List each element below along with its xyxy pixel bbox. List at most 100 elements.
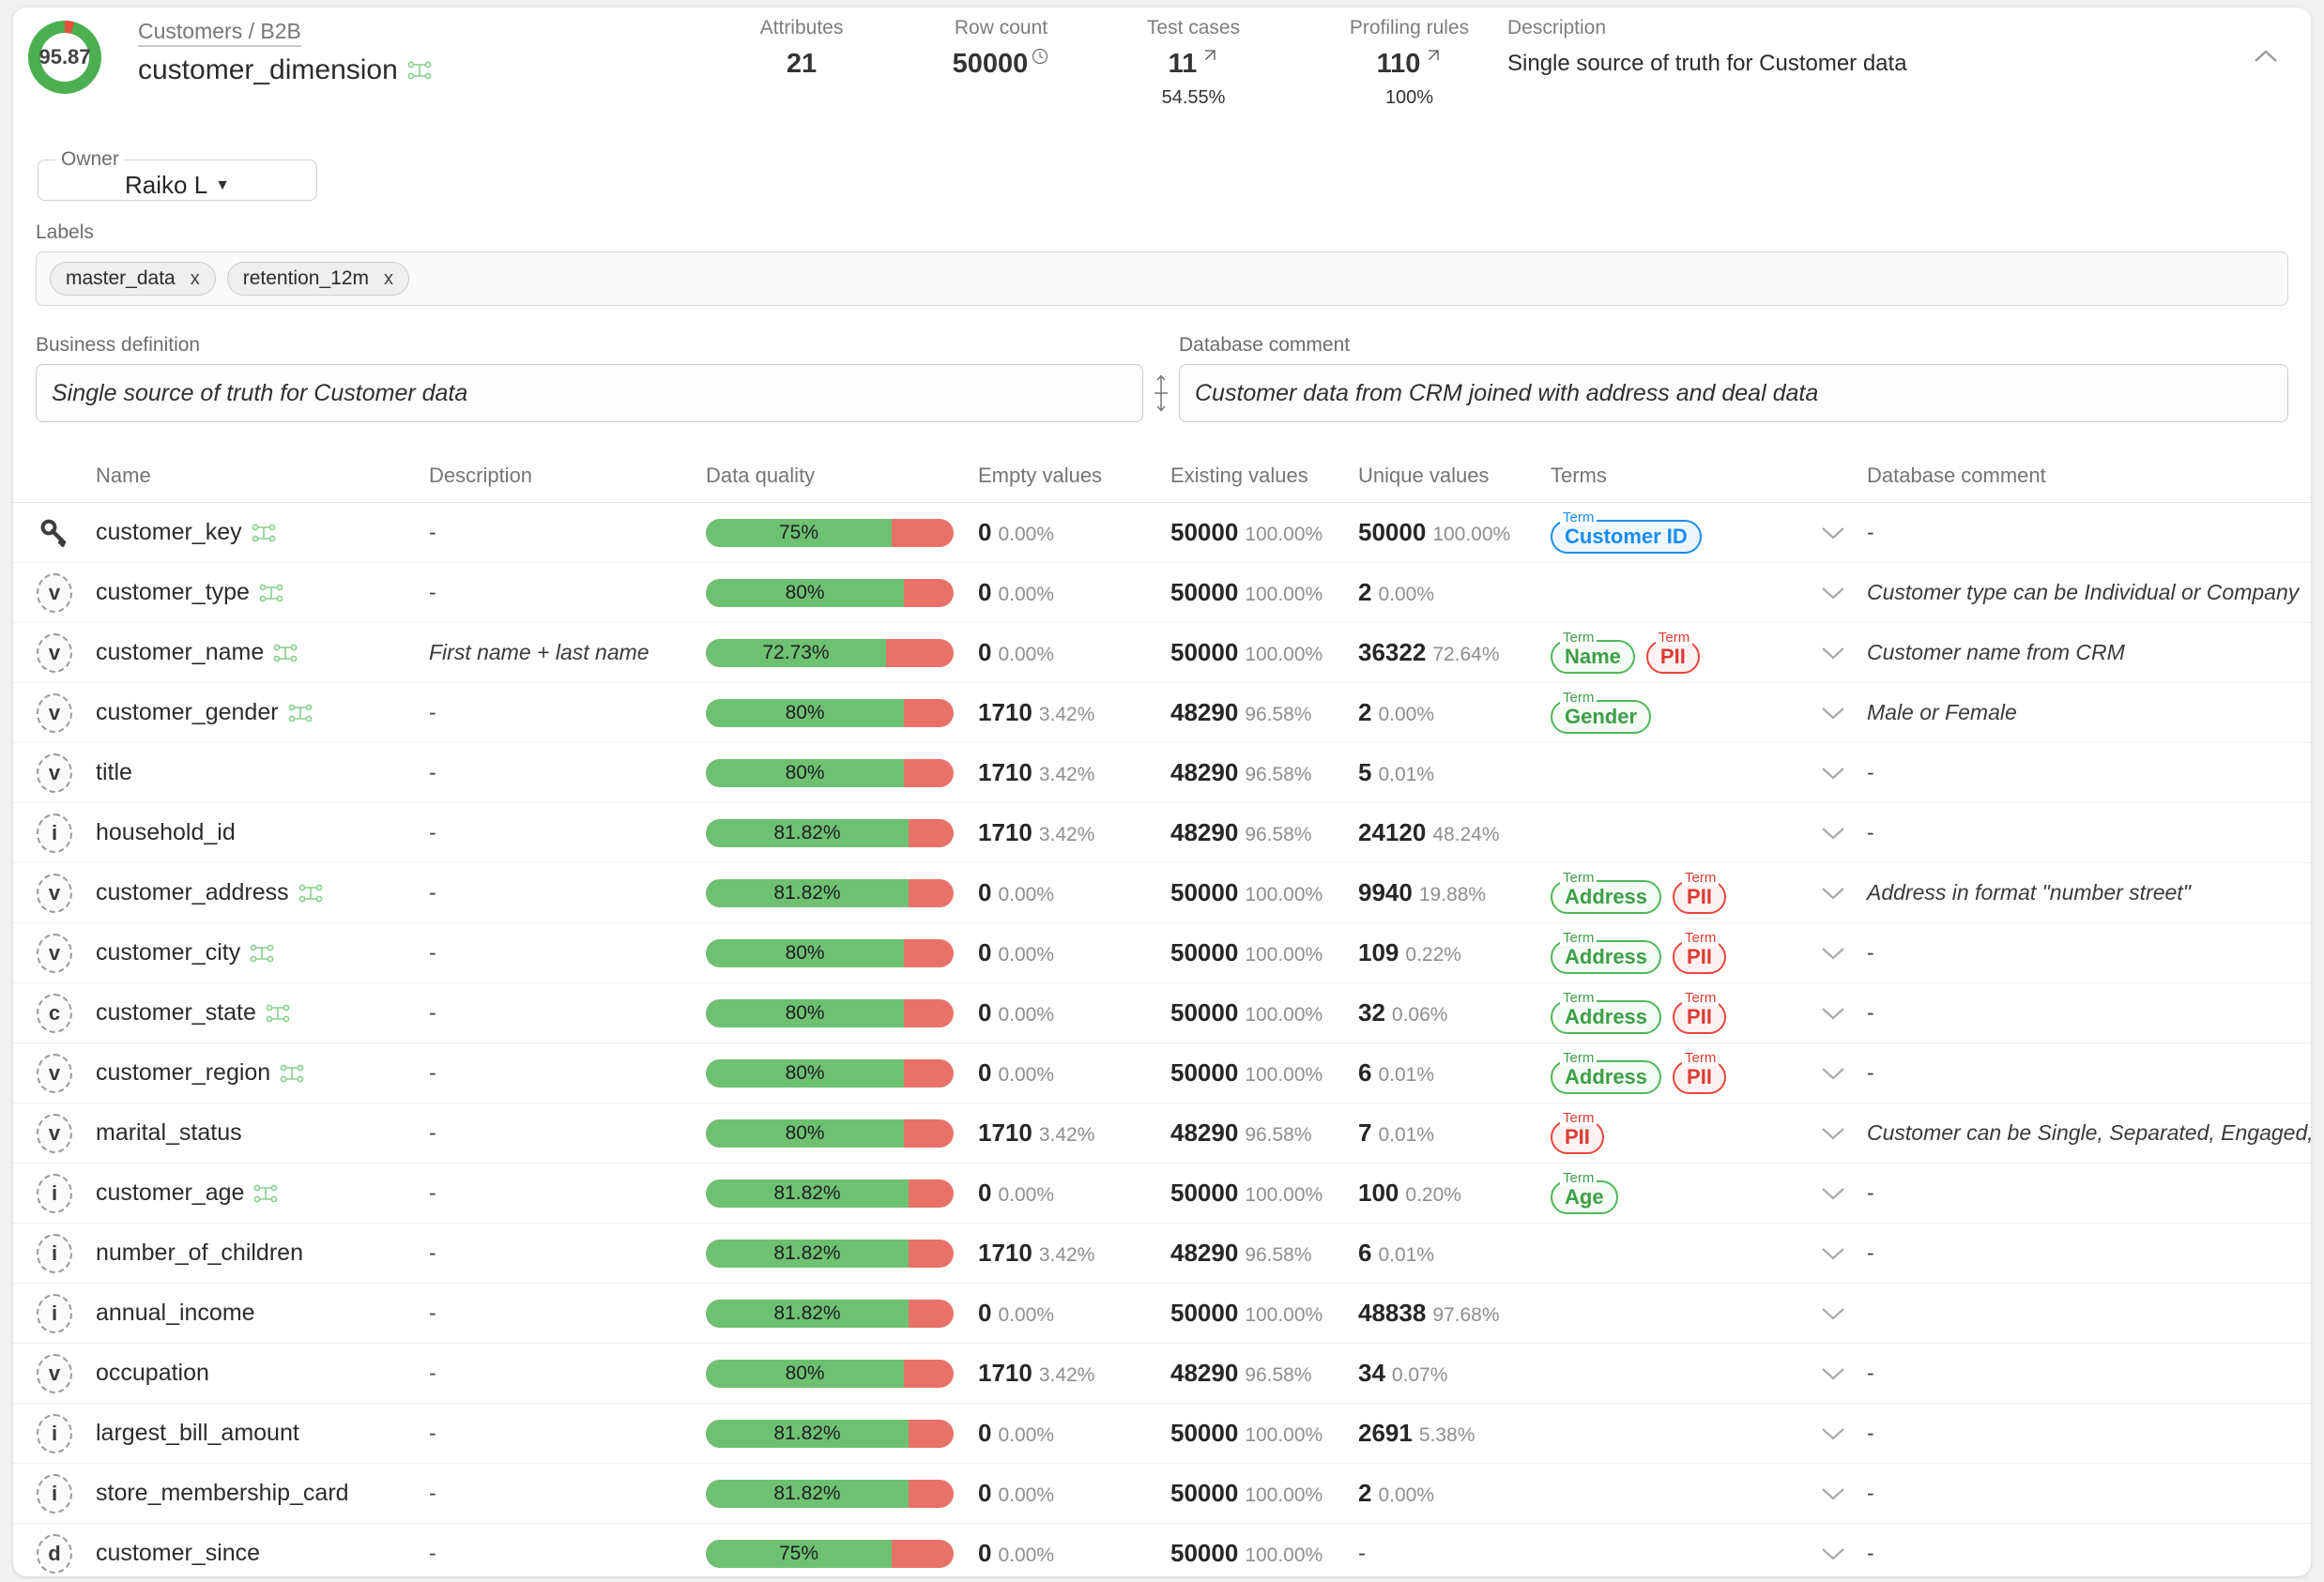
expand-row-cell[interactable] [1799, 583, 1867, 603]
lineage-icon[interactable] [252, 524, 276, 542]
term-badge[interactable]: Term Age [1551, 1169, 1618, 1214]
term-badge[interactable]: Term Address [1551, 989, 1662, 1034]
lineage-icon[interactable] [266, 1004, 290, 1023]
term-badge[interactable]: Term Gender [1551, 689, 1652, 734]
remove-label-icon[interactable]: x [191, 268, 200, 290]
expand-row-chevron-down-icon[interactable] [1817, 643, 1849, 663]
lineage-icon[interactable] [298, 884, 323, 903]
lineage-icon[interactable] [253, 1184, 278, 1203]
table-row[interactable]: v marital_status - 80% 1710 3.42% 48290 96.58% 7… [13, 1103, 2311, 1164]
collapse-chevron-up-icon[interactable] [2245, 41, 2286, 73]
expand-row-chevron-down-icon[interactable] [1817, 1123, 1849, 1144]
unique-values-value: 48838 [1358, 1299, 1427, 1327]
attribute-name: occupation [96, 1360, 209, 1386]
lineage-icon[interactable] [259, 584, 283, 602]
table-row[interactable]: v customer_gender - 80% 1710 3.42% 48290 96.58%… [13, 683, 2311, 743]
expand-row-cell[interactable] [1799, 1423, 1867, 1444]
expand-row-cell[interactable] [1799, 1544, 1867, 1564]
expand-row-cell[interactable] [1799, 1123, 1867, 1144]
table-row[interactable]: c customer_state - 80% 0 0.00% 50000 100.00% 32 0… [13, 983, 2311, 1043]
table-row[interactable]: i store_membership_card - 81.82% 0 0.00% 50000… [13, 1464, 2311, 1524]
expand-row-cell[interactable] [1799, 1183, 1867, 1204]
term-badge[interactable]: Term PII [1673, 1049, 1726, 1094]
stat-profiling-rules[interactable]: Profiling rules 110 100% [1308, 17, 1510, 109]
term-badge[interactable]: Term Address [1551, 929, 1662, 974]
unique-values-value: 24120 [1358, 818, 1427, 846]
expand-row-chevron-down-icon[interactable] [1817, 1003, 1849, 1024]
resize-splitter[interactable] [1143, 364, 1179, 422]
expand-row-chevron-down-icon[interactable] [1817, 883, 1849, 904]
table-row[interactable]: v customer_city - 80% 0 0.00% 50000 100.00% 109 0… [13, 923, 2311, 983]
existing-values-percent: 100.00% [1245, 524, 1323, 545]
expand-row-cell[interactable] [1799, 883, 1867, 904]
breadcrumb[interactable]: Customers / B2B [138, 19, 301, 44]
expand-row-cell[interactable] [1799, 1243, 1867, 1264]
term-badge[interactable]: Term PII [1551, 1109, 1604, 1154]
table-row[interactable]: v customer_region -80% 0 0.00% 50000 100.00% 6 0… [13, 1043, 2311, 1103]
expand-row-chevron-down-icon[interactable] [1817, 1063, 1849, 1084]
lineage-icon[interactable] [250, 944, 274, 963]
expand-row-cell[interactable] [1799, 763, 1867, 783]
term-badge[interactable]: Term Address [1551, 869, 1662, 914]
expand-row-chevron-down-icon[interactable] [1817, 583, 1849, 603]
expand-row-chevron-down-icon[interactable] [1817, 1423, 1849, 1444]
term-badge[interactable]: Term Address [1551, 1049, 1662, 1094]
term-badge[interactable]: Term PII [1673, 989, 1726, 1034]
expand-row-chevron-down-icon[interactable] [1817, 523, 1849, 543]
table-row[interactable]: i largest_bill_amount - 81.82% 0 0.00% 50000 10… [13, 1404, 2311, 1464]
expand-row-cell[interactable] [1799, 1303, 1867, 1324]
table-row[interactable]: i number_of_children - 81.82% 1710 3.42% 48290… [13, 1224, 2311, 1284]
external-link-icon[interactable] [1423, 47, 1442, 66]
owner-select[interactable]: Owner Raiko L ▼ [38, 148, 317, 201]
table-row[interactable]: v customer_type - 80% 0 0.00% 50000 100.00% 2 0.0… [13, 563, 2311, 623]
table-row[interactable]: v occupation - 80% 1710 3.42% 48290 96.58% 34 0.0… [13, 1344, 2311, 1404]
expand-row-cell[interactable] [1799, 523, 1867, 543]
lineage-icon[interactable] [280, 1064, 304, 1083]
database-comment-input[interactable]: Customer data from CRM joined with addre… [1179, 364, 2288, 422]
term-badge[interactable]: Term Customer ID [1551, 509, 1702, 554]
expand-row-cell[interactable] [1799, 1363, 1867, 1384]
table-row[interactable]: v customer_address - 81.82% 0 0.00% 50000 100.0… [13, 863, 2311, 923]
expand-row-cell[interactable] [1799, 643, 1867, 663]
expand-row-cell[interactable] [1799, 1063, 1867, 1084]
row-type-cell: i [13, 1413, 96, 1453]
lineage-icon[interactable] [288, 704, 313, 723]
expand-row-chevron-down-icon[interactable] [1817, 823, 1849, 844]
remove-label-icon[interactable]: x [384, 268, 393, 290]
expand-row-chevron-down-icon[interactable] [1817, 763, 1849, 783]
expand-row-cell[interactable] [1799, 703, 1867, 723]
expand-row-chevron-down-icon[interactable] [1817, 1243, 1849, 1264]
label-chip[interactable]: retention_12m x [226, 262, 409, 296]
table-row[interactable]: i household_id - 81.82% 1710 3.42% 48290 96.58%… [13, 803, 2311, 863]
table-row[interactable]: customer_key -75% 0 0.00% 50000 100.00% 50000 1… [13, 503, 2311, 563]
table-row[interactable]: v title - 80% 1710 3.42% 48290 96.58% 5 0.01% - [13, 743, 2311, 803]
lineage-icon[interactable] [407, 61, 432, 80]
stat-test-cases[interactable]: Test cases 11 54.55% [1111, 17, 1276, 109]
external-link-icon[interactable] [1200, 47, 1218, 66]
expand-row-cell[interactable] [1799, 1003, 1867, 1024]
empty-values-cell: 0 0.00% [978, 518, 1170, 547]
expand-row-chevron-down-icon[interactable] [1817, 1544, 1849, 1564]
expand-row-chevron-down-icon[interactable] [1817, 1183, 1849, 1204]
expand-row-cell[interactable] [1799, 823, 1867, 844]
labels-input[interactable]: master_data x retention_12m x [36, 251, 2288, 306]
term-badge[interactable]: Term PII [1673, 869, 1726, 914]
expand-row-chevron-down-icon[interactable] [1817, 943, 1849, 964]
term-badge[interactable]: Term Name [1551, 629, 1635, 674]
term-badge[interactable]: Term PII [1673, 929, 1726, 974]
table-row[interactable]: i customer_age - 81.82% 0 0.00% 50000 100.00% 10… [13, 1164, 2311, 1224]
table-row[interactable]: v customer_name First name + last name 72.7… [13, 623, 2311, 683]
term-badge[interactable]: Term PII [1645, 629, 1700, 674]
expand-row-chevron-down-icon[interactable] [1817, 1483, 1849, 1504]
table-row[interactable]: i annual_income - 81.82% 0 0.00% 50000 100.00% 4… [13, 1284, 2311, 1344]
label-chip[interactable]: master_data x [50, 262, 216, 296]
expand-row-chevron-down-icon[interactable] [1817, 703, 1849, 723]
expand-row-chevron-down-icon[interactable] [1817, 1303, 1849, 1324]
lineage-icon[interactable] [273, 644, 298, 662]
table-row[interactable]: d customer_since - 75% 0 0.00% 50000 100.00% - - [13, 1524, 2311, 1576]
expand-row-cell[interactable] [1799, 1483, 1867, 1504]
expand-row-chevron-down-icon[interactable] [1817, 1363, 1849, 1384]
expand-row-cell[interactable] [1799, 943, 1867, 964]
chevron-down-icon[interactable]: ▼ [215, 177, 230, 194]
business-definition-input[interactable]: Single source of truth for Customer data [36, 364, 1143, 422]
